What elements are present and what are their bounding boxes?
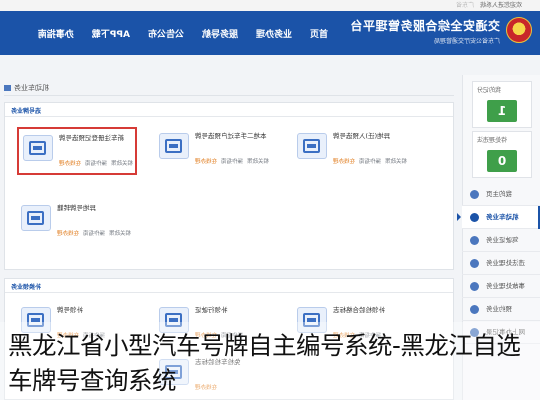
police-emblem-icon [506, 17, 532, 43]
sidebar-menu: 我的主页 机动车业务 驾驶证业务 违法处理业务 事故处理业务 预约业务 网上办事… [457, 183, 540, 344]
sidebar-item-label: 事故处理业务 [486, 282, 525, 290]
sidebar-item-violation[interactable]: 违法处理业务 [462, 252, 540, 275]
apply-online-link[interactable]: 在线办理 [57, 229, 79, 237]
violations-card-label: 待处理违法 [477, 137, 508, 144]
top-strip-region: 广东省 [456, 2, 475, 9]
sidebar-item-license[interactable]: 驾驶证业务 [462, 229, 540, 252]
breadcrumb-label: 机动车业务 [14, 84, 49, 92]
plate-icon [23, 135, 53, 161]
plate-123-icon [21, 205, 51, 231]
apply-online-link[interactable]: 在线办理 [59, 159, 81, 167]
sidebar-item-vehicle[interactable]: 机动车业务 [457, 206, 540, 229]
brand[interactable]: 交通安全综合服务管理平台 广东省公安厅交通管理局 [350, 17, 500, 45]
service-title: 新车注册登记预选号牌 [59, 134, 124, 142]
sidebar-item-home[interactable]: 我的主页 [462, 183, 540, 206]
sidebar-item-label: 我的主页 [486, 190, 512, 198]
policy-link[interactable]: 相关政策 [385, 157, 407, 165]
score-card-value: 1 [487, 100, 517, 122]
service-title: 本地二手车过户预选号牌 [195, 132, 267, 140]
brand-title: 交通安全综合服务管理平台 [349, 19, 500, 33]
service-title: 补领号牌 [57, 306, 83, 314]
divider [5, 292, 453, 293]
brand-subtitle: 广东省公安厅交通管理局 [433, 38, 500, 45]
violations-card[interactable]: 待处理违法 0 [472, 131, 532, 178]
sidebar-item-appointment[interactable]: 预约业务 [462, 298, 540, 321]
apply-online-link[interactable]: 在线办理 [195, 157, 217, 165]
service-transfer-in-plate[interactable]: 异地(迁)入预选号牌 在线办理 操作指南 相关政策 [293, 127, 413, 175]
policy-link[interactable]: 相关政策 [111, 159, 133, 167]
policy-link[interactable]: 相关政策 [247, 157, 269, 165]
score-card-label: 我的记分 [477, 87, 502, 94]
service-new-car-plate[interactable]: 新车注册登记预选号牌 在线办理 操作指南 相关政策 [17, 127, 137, 175]
sidebar-item-accident[interactable]: 事故处理业务 [462, 275, 540, 298]
main-nav: 首页 业务办理 服务导航 公告公布 APP下载 办事指南 [20, 11, 328, 55]
nav-announcements[interactable]: 公告公布 [148, 27, 184, 40]
top-strip: 欢迎您进入系统 广东省 [0, 0, 540, 11]
top-strip-text: 欢迎您进入系统 [479, 2, 522, 9]
nav-business[interactable]: 业务办理 [256, 27, 292, 40]
service-title: 异地号牌转籍 [57, 204, 96, 212]
car-in-icon [297, 133, 327, 159]
nav-guide[interactable]: 办事指南 [38, 27, 74, 40]
policy-link[interactable]: 相关政策 [109, 229, 131, 237]
home-icon [470, 190, 479, 199]
guide-link[interactable]: 操作指南 [83, 229, 105, 237]
license-icon [470, 236, 479, 245]
violation-icon [470, 259, 479, 268]
service-actions: 在线办理 操作指南 相关政策 [57, 229, 135, 237]
divider [5, 116, 453, 117]
service-plate-transfer[interactable]: 异地号牌转籍 在线办理 操作指南 相关政策 [17, 199, 137, 247]
service-actions: 在线办理 操作指南 相关政策 [195, 157, 273, 165]
guide-link[interactable]: 操作指南 [221, 157, 243, 165]
service-title: 异地(迁)入预选号牌 [333, 132, 391, 140]
score-card[interactable]: 我的记分 1 [472, 81, 532, 128]
guide-link[interactable]: 操作指南 [359, 157, 381, 165]
calendar-icon [470, 305, 479, 314]
sidebar-item-label: 预约业务 [486, 305, 512, 313]
panel-title: 补换领业务 [11, 284, 42, 291]
service-actions: 在线办理 操作指南 相关政策 [333, 157, 411, 165]
sidebar-item-label: 机动车业务 [486, 213, 519, 221]
active-pointer-icon [457, 213, 461, 221]
accident-icon [470, 282, 479, 291]
service-title: 补领检验合格标志 [333, 306, 385, 314]
service-actions: 在线办理 操作指南 相关政策 [59, 159, 137, 167]
plate-selection-panel: 选号牌业务 新车注册登记预选号牌 在线办理 操作指南 相关政策 本地二手车过户预… [4, 102, 454, 270]
car-icon [470, 213, 479, 222]
service-title: 补领行驶证 [195, 306, 228, 314]
nav-app-download[interactable]: APP下载 [92, 27, 130, 40]
article-caption: 黑龙江省小型汽车号牌自主编号系统-黑龙江自选车牌号查询系统 [0, 322, 540, 400]
nav-service-guide[interactable]: 服务导航 [202, 27, 238, 40]
car-icon [4, 85, 11, 91]
breadcrumb: 机动车业务 [4, 80, 454, 96]
nav-home[interactable]: 首页 [310, 27, 328, 40]
guide-link[interactable]: 操作指南 [85, 159, 107, 167]
site-header: 交通安全综合服务管理平台 广东省公安厅交通管理局 首页 业务办理 服务导航 公告… [0, 11, 540, 55]
sidebar-item-label: 违法处理业务 [486, 259, 525, 267]
sidebar-item-label: 驾驶证业务 [486, 236, 519, 244]
car-transfer-icon [159, 133, 189, 159]
violations-card-value: 0 [487, 150, 517, 172]
panel-title: 选号牌业务 [11, 108, 42, 115]
service-used-car-plate[interactable]: 本地二手车过户预选号牌 在线办理 操作指南 相关政策 [155, 127, 275, 175]
apply-online-link[interactable]: 在线办理 [333, 157, 355, 165]
